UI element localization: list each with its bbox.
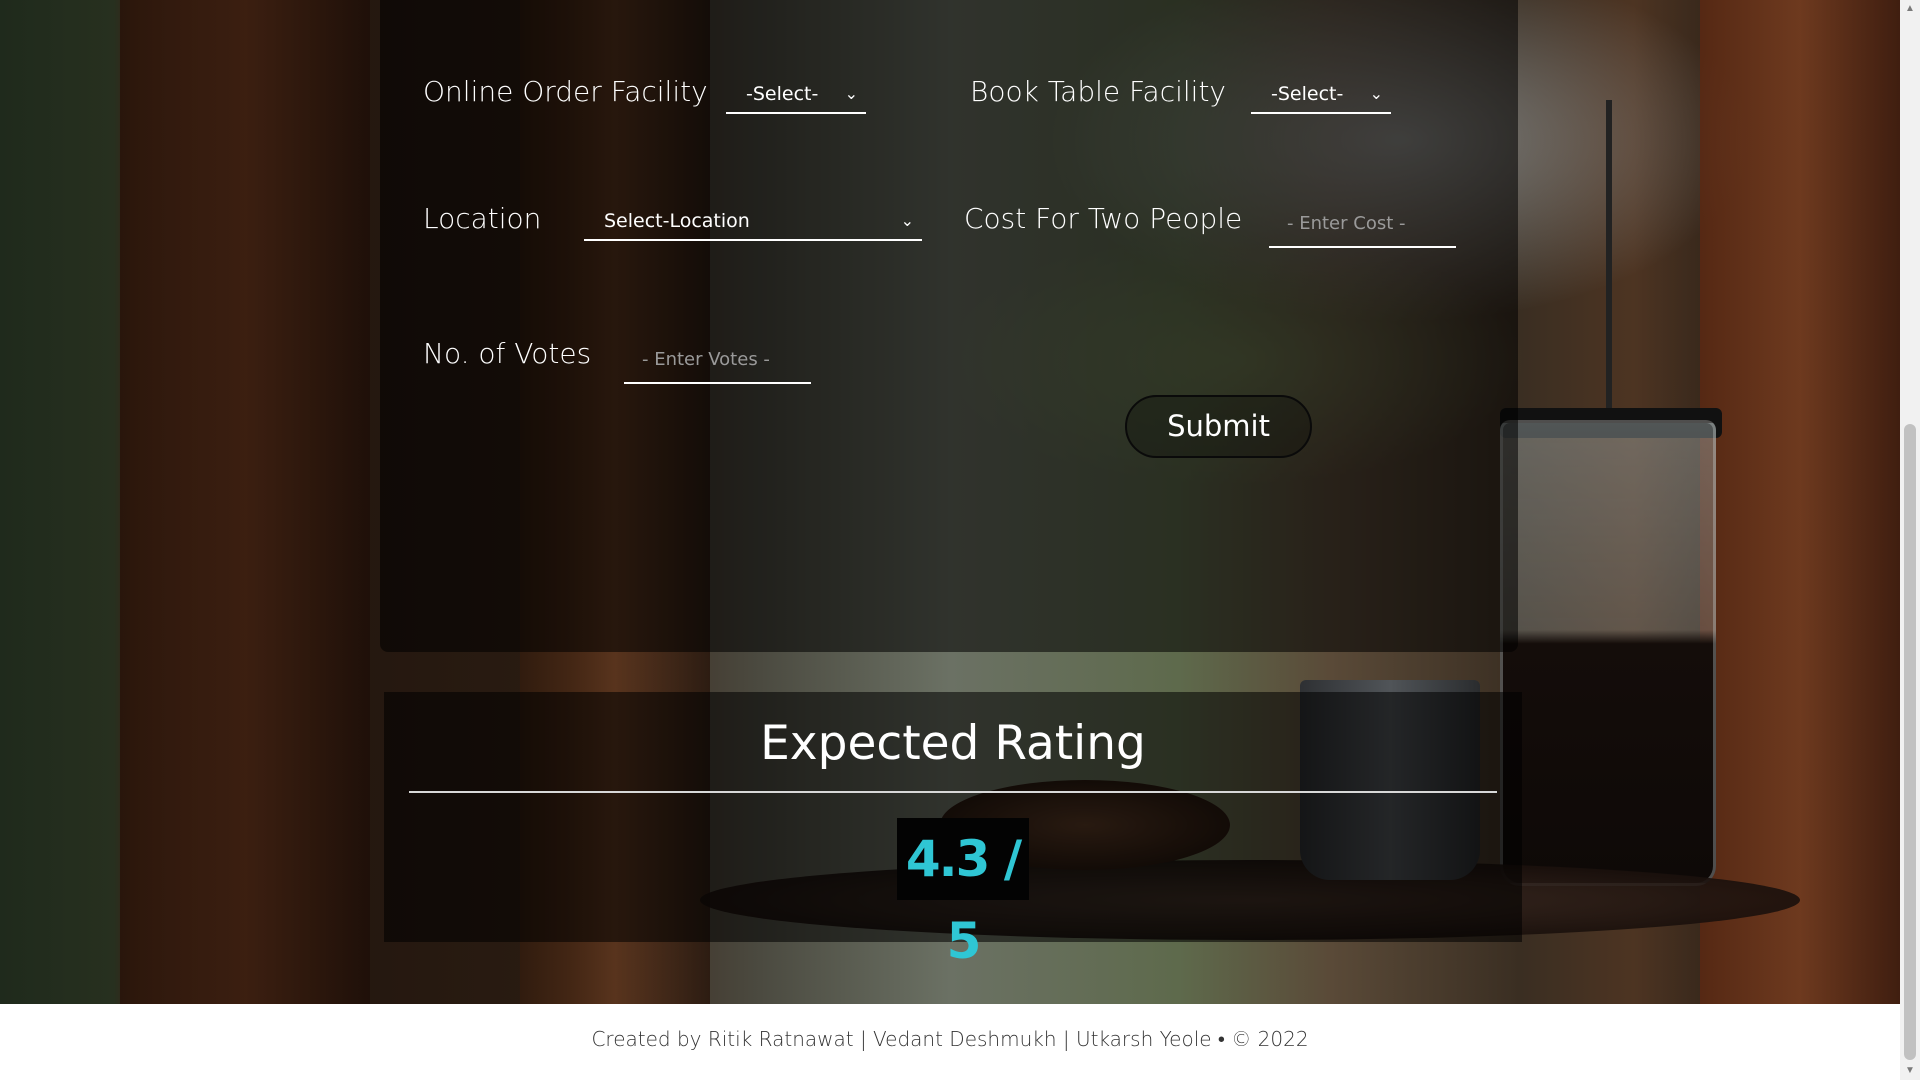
french-press	[1500, 420, 1716, 886]
scroll-up-arrow-icon[interactable]: ▲	[1900, 0, 1920, 18]
result-title: Expected Rating	[760, 716, 1146, 771]
vertical-scrollbar[interactable]: ▲ ▼	[1900, 0, 1920, 1080]
book-table-label: Book Table Facility	[970, 75, 1226, 108]
chevron-down-icon: ⌄	[900, 211, 914, 230]
window-frame-left	[120, 0, 370, 1004]
footer-credits: Created by Ritik Ratnawat | Vedant Deshm…	[591, 1027, 1309, 1051]
votes-input[interactable]: - Enter Votes -	[624, 338, 811, 384]
online-order-label: Online Order Facility	[423, 75, 708, 108]
location-value: Select-Location	[604, 210, 750, 232]
result-divider	[409, 791, 1497, 793]
scrollbar-thumb[interactable]	[1904, 424, 1916, 1060]
rating-score: 4.3 / 5	[897, 818, 1029, 970]
chevron-down-icon: ⌄	[844, 84, 858, 103]
votes-placeholder: - Enter Votes -	[642, 349, 770, 370]
cost-placeholder: - Enter Cost -	[1287, 213, 1406, 234]
location-label: Location	[423, 202, 542, 235]
book-table-value: -Select-	[1271, 83, 1344, 105]
cost-input[interactable]: - Enter Cost -	[1269, 202, 1456, 248]
footer: Created by Ritik Ratnawat | Vedant Deshm…	[0, 1004, 1900, 1080]
window-frame-right	[1700, 0, 1900, 1004]
chevron-down-icon: ⌄	[1369, 84, 1383, 103]
online-order-select[interactable]: -Select- ⌄	[726, 74, 866, 114]
scroll-down-arrow-icon[interactable]: ▼	[1900, 1062, 1920, 1080]
cost-label: Cost For Two People	[964, 202, 1243, 235]
submit-button[interactable]: Submit	[1125, 395, 1312, 458]
location-select[interactable]: Select-Location ⌄	[584, 201, 922, 241]
online-order-value: -Select-	[746, 83, 819, 105]
press-plunger	[1606, 100, 1612, 420]
votes-label: No. of Votes	[423, 337, 592, 370]
book-table-select[interactable]: -Select- ⌄	[1251, 74, 1391, 114]
page: Online Order Facility -Select- ⌄ Book Ta…	[0, 0, 1900, 1080]
